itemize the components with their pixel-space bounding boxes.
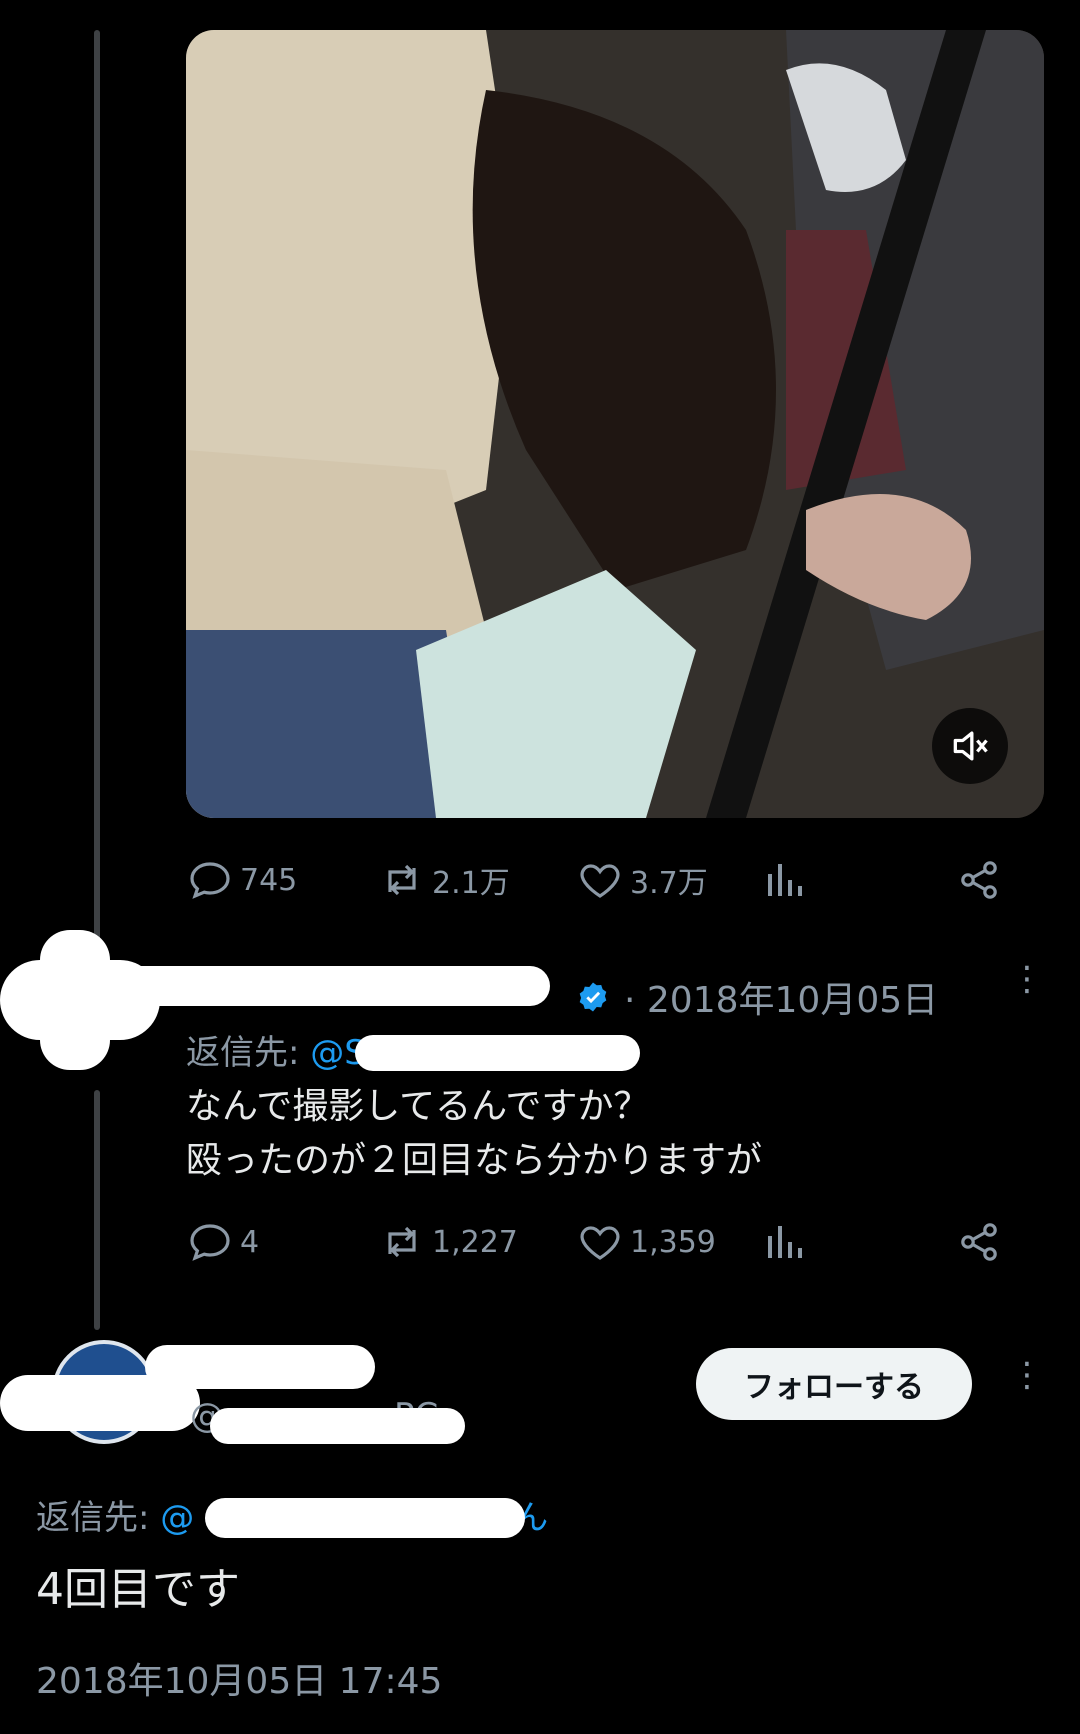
reply-icon	[190, 1224, 230, 1261]
heart-icon	[580, 1226, 620, 1260]
reply-count: 745	[240, 862, 298, 898]
views-action[interactable]	[760, 850, 808, 910]
like-action[interactable]: 1,359	[576, 1212, 716, 1272]
video-frame	[186, 30, 1044, 818]
share-action[interactable]	[956, 1212, 1004, 1272]
speaker-muted-icon	[953, 731, 988, 761]
redaction-avatar-1b	[40, 930, 110, 1070]
redaction-name-2	[145, 1345, 375, 1389]
reply1-actions: 4 1,227 1,359	[186, 1212, 1016, 1272]
reply-action[interactable]: 745	[186, 850, 297, 910]
thread-line-middle	[94, 1090, 100, 1330]
analytics-icon	[768, 1226, 802, 1258]
reply1-header: · 2018年10月05日	[186, 972, 1046, 1022]
like-count: 3.7万	[630, 866, 708, 901]
reply1-date: · 2018年10月05日	[624, 980, 939, 1021]
reply1-reply-to: 返信先: @S	[186, 1033, 366, 1073]
share-action[interactable]	[956, 850, 1004, 910]
verified-badge-icon	[579, 982, 607, 1012]
heart-icon	[580, 864, 620, 898]
mute-button[interactable]	[932, 708, 1008, 784]
retweet-action[interactable]: 2.1万	[378, 850, 510, 910]
main-tweet-actions: 745 2.1万 3.7万	[186, 850, 1016, 910]
redaction-handle-1	[355, 1035, 640, 1071]
share-icon	[961, 861, 997, 899]
like-action[interactable]: 3.7万	[576, 850, 708, 910]
reply2-text: 4回目です	[36, 1564, 240, 1615]
like-count: 1,359	[630, 1224, 716, 1260]
analytics-icon	[768, 864, 802, 896]
retweet-count: 2.1万	[432, 866, 510, 901]
reply-count: 4	[240, 1224, 260, 1260]
thread-line-top	[94, 30, 100, 950]
share-icon	[961, 1223, 997, 1261]
views-action[interactable]	[760, 1212, 808, 1272]
redaction-handle-3	[205, 1498, 525, 1538]
retweet-action[interactable]: 1,227	[378, 1212, 518, 1272]
reply2-more-button[interactable]: ⋮	[1010, 1358, 1044, 1392]
reply-icon	[190, 862, 230, 899]
retweet-icon	[388, 1226, 416, 1258]
reply1-text: なんで撮影してるんですか？ 殴ったのが２回目なら分かりますが	[186, 1086, 763, 1181]
retweet-icon	[388, 864, 416, 896]
retweet-count: 1,227	[432, 1224, 518, 1260]
follow-button[interactable]: フォローする	[696, 1348, 972, 1420]
reply-action[interactable]: 4	[186, 1212, 259, 1272]
reply2-timestamp[interactable]: 2018年10月05日 17:45	[36, 1652, 442, 1704]
redaction-handle-2	[210, 1408, 465, 1444]
tweet-video[interactable]	[186, 30, 1044, 818]
reply1-more-button[interactable]: ⋮	[1010, 962, 1044, 996]
